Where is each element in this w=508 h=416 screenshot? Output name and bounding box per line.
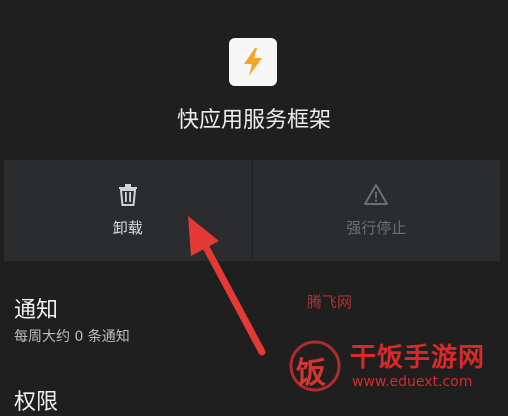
- uninstall-button[interactable]: 卸载: [4, 160, 252, 261]
- watermark-url: www.eduext.com: [352, 374, 473, 390]
- lightning-bolt-icon: [244, 48, 262, 76]
- uninstall-label: 卸载: [112, 219, 143, 237]
- notifications-title[interactable]: 通知: [14, 292, 58, 324]
- app-actions: 卸载 强行停止: [4, 160, 500, 261]
- app-title: 快应用服务框架: [176, 108, 331, 133]
- watermark-brand-text: 干饭手游网: [350, 343, 486, 373]
- notifications-summary: 每周大约 0 条通知: [14, 329, 130, 345]
- app-icon: [229, 38, 277, 86]
- trash-icon: [118, 184, 137, 206]
- force-stop-label: 强行停止: [346, 219, 407, 237]
- permissions-title[interactable]: 权限: [14, 384, 58, 416]
- watermark-brand-glyph: 饭: [296, 356, 326, 391]
- force-stop-button[interactable]: 强行停止: [252, 160, 500, 261]
- warning-icon: [364, 184, 389, 205]
- watermark-top-text: 腾飞网: [307, 293, 353, 311]
